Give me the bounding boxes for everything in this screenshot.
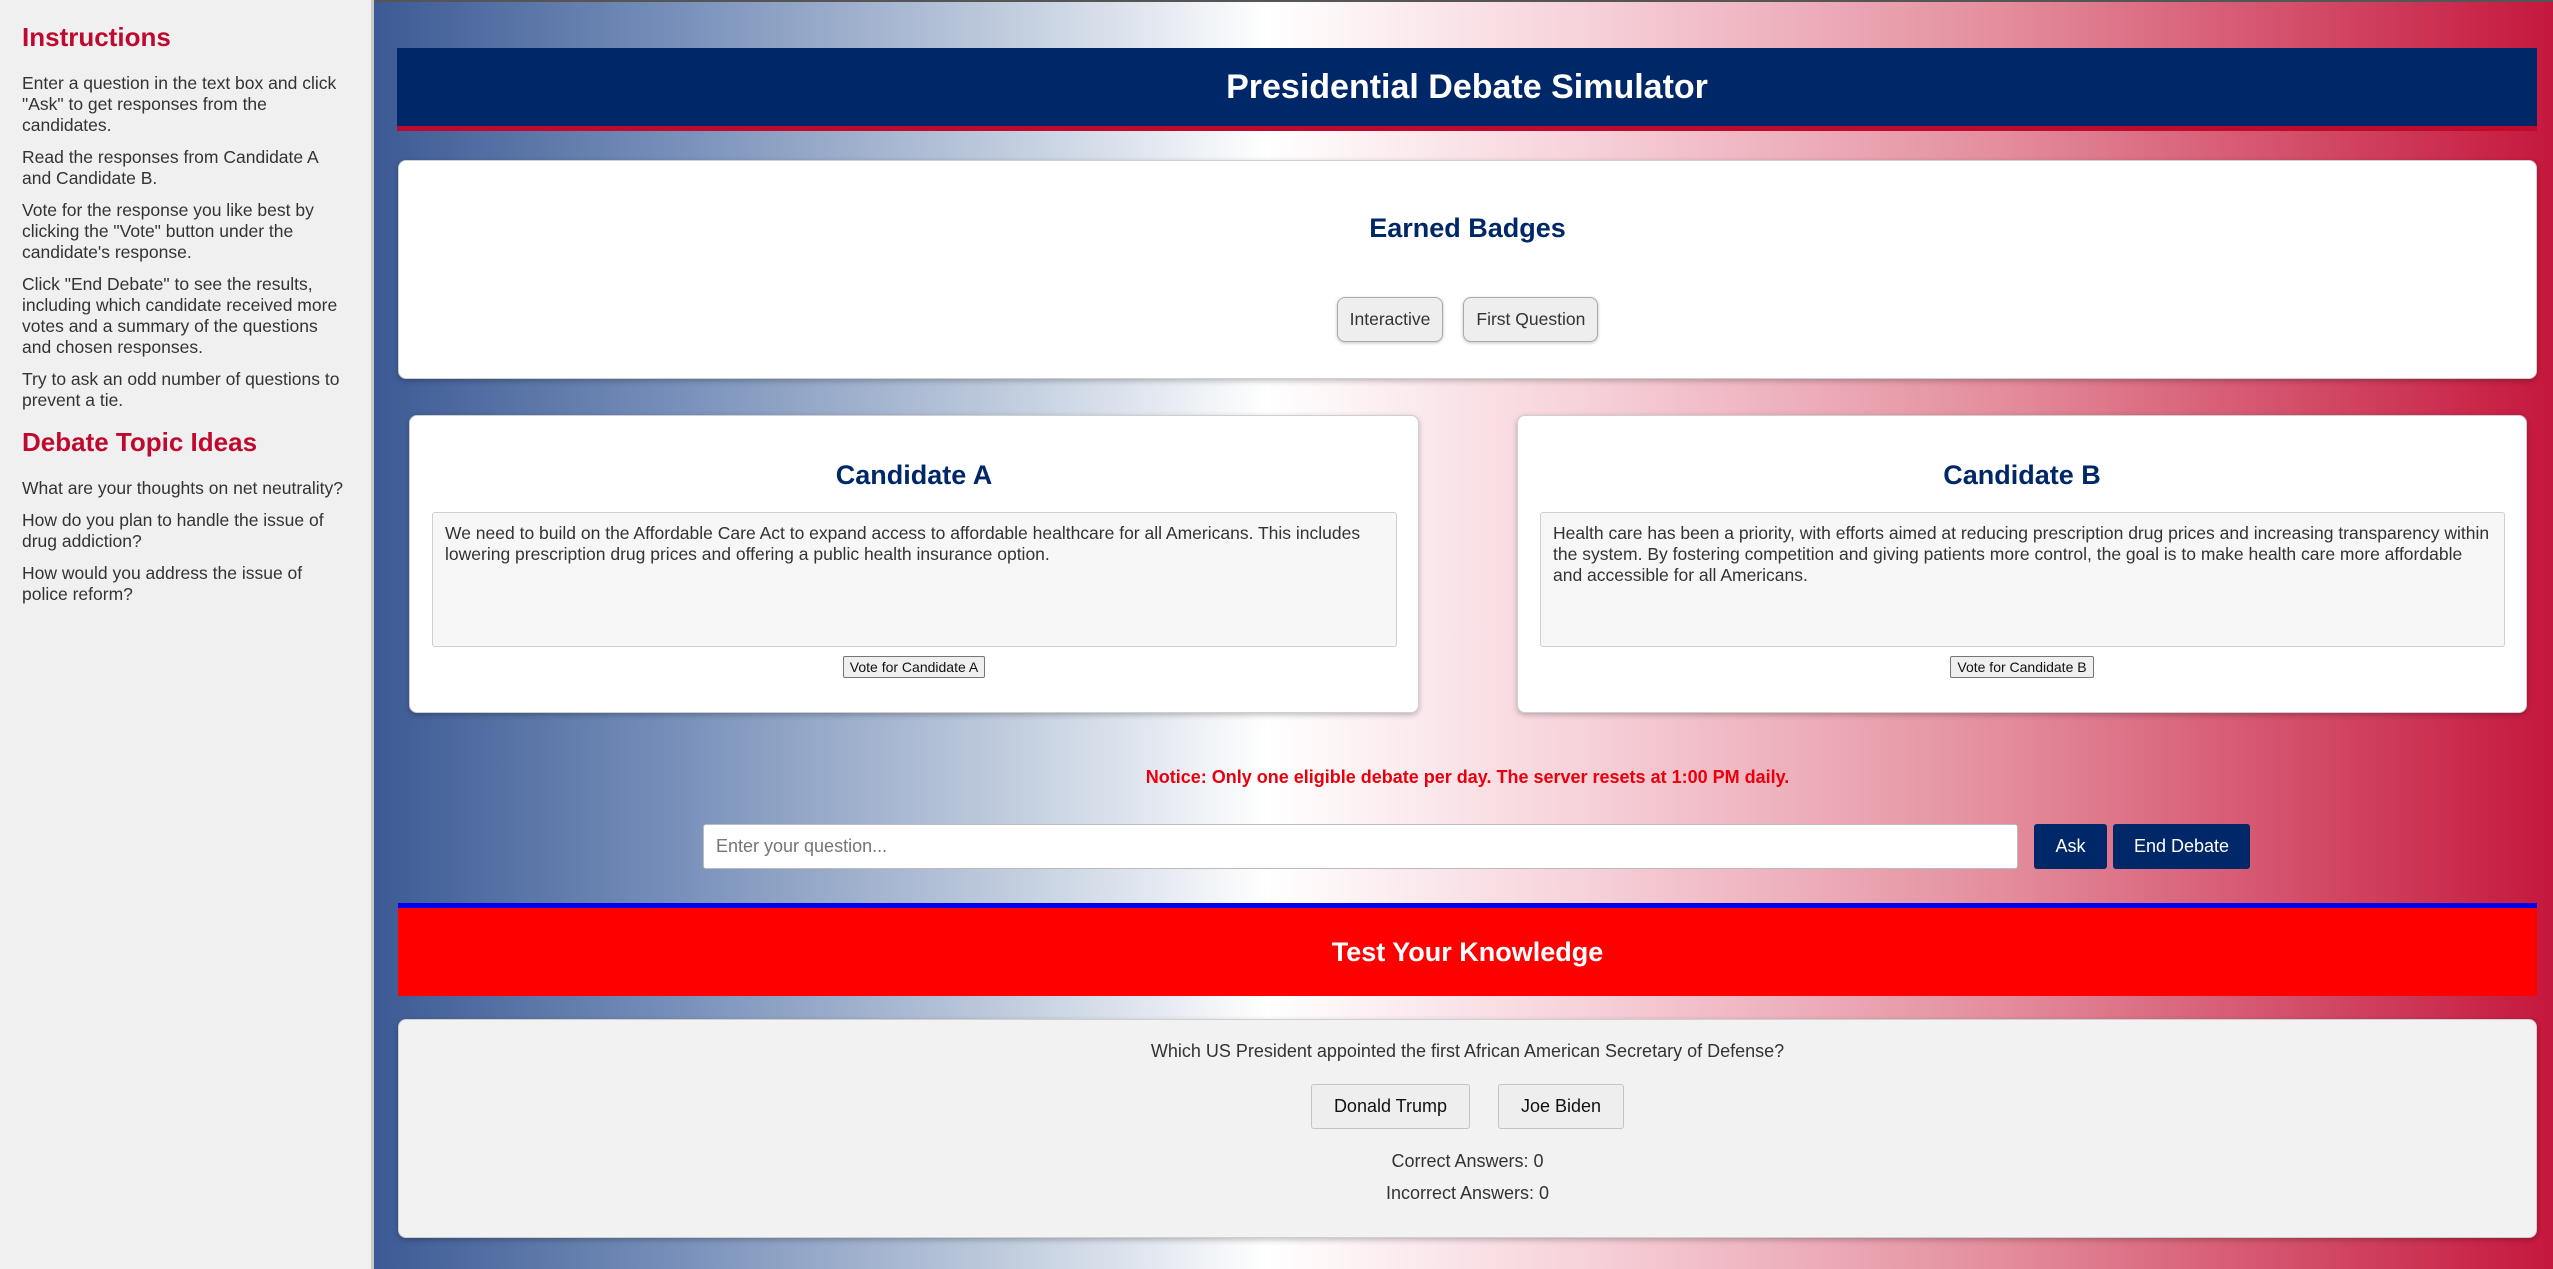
question-form: Ask End Debate bbox=[703, 824, 2250, 869]
quiz-panel: Which US President appointed the first A… bbox=[398, 1019, 2537, 1238]
quiz-question: Which US President appointed the first A… bbox=[1150, 1041, 1785, 1061]
ask-button[interactable]: Ask bbox=[2034, 824, 2107, 869]
quiz-heading: Test Your Knowledge bbox=[1331, 936, 1604, 967]
instruction-item: Read the responses from Candidate A and … bbox=[22, 147, 318, 188]
topic-idea-item: How would you address the issue of polic… bbox=[22, 563, 303, 604]
instruction-item: Click "End Debate" to see the results, i… bbox=[22, 274, 338, 357]
vote-candidate-b-button[interactable]: Vote for Candidate B bbox=[1950, 656, 2094, 678]
end-debate-button[interactable]: End Debate bbox=[2113, 824, 2250, 869]
quiz-answers: Donald Trump Joe Biden bbox=[399, 1084, 2536, 1129]
badges-heading: Earned Badges bbox=[1369, 213, 1566, 243]
candidate-a-response: We need to build on the Affordable Care … bbox=[432, 512, 1397, 647]
instruction-item: Vote for the response you like best by c… bbox=[22, 200, 314, 262]
candidate-a-card: Candidate A We need to build on the Affo… bbox=[409, 415, 1419, 713]
correct-answers-count: Correct Answers: 0 bbox=[1391, 1151, 1544, 1171]
badges-panel: Earned Badges Interactive First Question bbox=[398, 160, 2537, 379]
instruction-item: Try to ask an odd number of questions to… bbox=[22, 369, 340, 410]
incorrect-answers-count: Incorrect Answers: 0 bbox=[1385, 1183, 1550, 1203]
instruction-item: Enter a question in the text box and cli… bbox=[22, 73, 337, 135]
title-banner: Presidential Debate Simulator bbox=[397, 48, 2537, 131]
topic-idea-item: What are your thoughts on net neutrality… bbox=[22, 478, 344, 498]
question-input[interactable] bbox=[703, 824, 2018, 869]
quiz-banner: Test Your Knowledge bbox=[398, 903, 2537, 996]
instructions-heading: Instructions bbox=[22, 22, 171, 52]
answer-option-button[interactable]: Joe Biden bbox=[1498, 1084, 1625, 1129]
badge-first-question: First Question bbox=[1463, 297, 1599, 342]
main-content: Presidential Debate Simulator Earned Bad… bbox=[374, 0, 2553, 1269]
candidate-b-card: Candidate B Health care has been a prior… bbox=[1517, 415, 2527, 713]
candidate-b-response: Health care has been a priority, with ef… bbox=[1540, 512, 2505, 647]
topic-idea-item: How do you plan to handle the issue of d… bbox=[22, 510, 324, 551]
badge-list: Interactive First Question bbox=[399, 297, 2536, 342]
answer-option-button[interactable]: Donald Trump bbox=[1310, 1084, 1470, 1129]
candidate-b-name: Candidate B bbox=[1943, 460, 2101, 490]
candidate-a-name: Candidate A bbox=[835, 460, 993, 490]
server-reset-notice: Notice: Only one eligible debate per day… bbox=[1145, 767, 1790, 787]
topic-ideas-heading: Debate Topic Ideas bbox=[22, 427, 258, 457]
page-title: Presidential Debate Simulator bbox=[1226, 67, 1708, 106]
vote-candidate-a-button[interactable]: Vote for Candidate A bbox=[842, 656, 986, 678]
badge-interactive: Interactive bbox=[1336, 297, 1444, 342]
sidebar: Instructions Enter a question in the tex… bbox=[0, 0, 374, 1269]
